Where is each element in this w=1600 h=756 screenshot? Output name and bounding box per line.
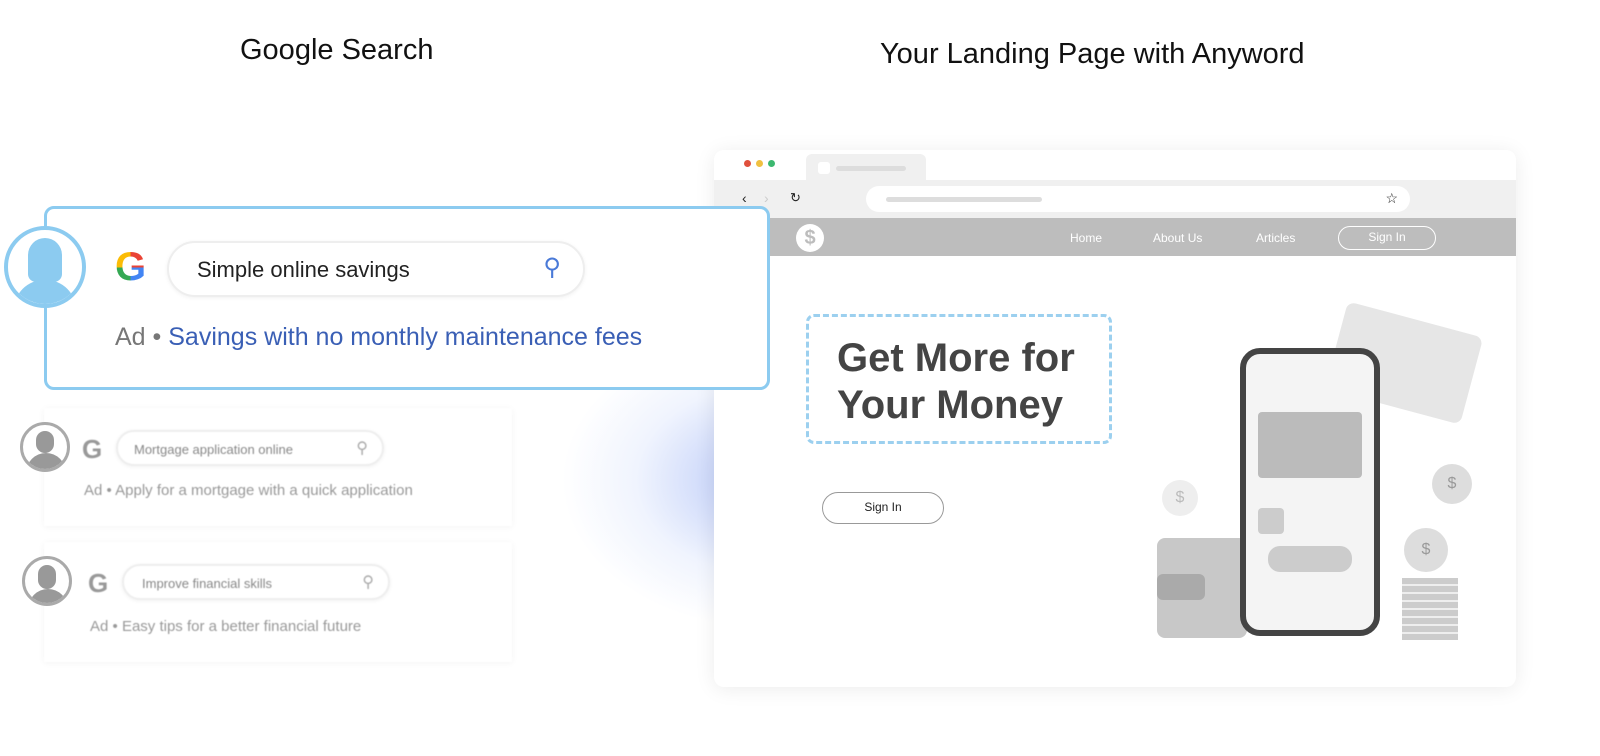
ad-line: Ad • Apply for a mortgage with a quick a… bbox=[84, 482, 413, 499]
coin-icon: $ bbox=[1162, 480, 1198, 516]
address-bar[interactable]: ☆ bbox=[866, 186, 1410, 212]
nav-about[interactable]: About Us bbox=[1153, 231, 1202, 245]
forward-icon[interactable]: › bbox=[764, 190, 769, 206]
ad-text: Easy tips for a better financial future bbox=[121, 618, 362, 635]
reload-icon[interactable]: ↻ bbox=[790, 190, 801, 206]
hero-headline-box: Get More for Your Money bbox=[806, 314, 1112, 444]
star-icon[interactable]: ☆ bbox=[1385, 190, 1398, 207]
tab-strip bbox=[714, 150, 1516, 182]
search-query: Mortgage application online bbox=[134, 442, 293, 457]
search-icon: ⚲ bbox=[362, 574, 374, 591]
coin-icon: $ bbox=[1404, 528, 1448, 572]
hero-line-2: Your Money bbox=[837, 383, 1063, 427]
phone-illustration bbox=[1240, 348, 1380, 636]
wallet-illustration bbox=[1157, 538, 1247, 638]
sign-in-button[interactable]: Sign In bbox=[822, 492, 944, 524]
google-logo-icon: G bbox=[82, 434, 103, 464]
browser-window: ‹ › ↻ ☆ $ Home About Us Articles Sign In… bbox=[714, 150, 1516, 687]
ad-line: Ad • Savings with no monthly maintenance… bbox=[115, 323, 643, 351]
nav-home[interactable]: Home bbox=[1070, 231, 1102, 245]
ad-label: Ad bbox=[90, 618, 109, 635]
ad-link[interactable]: Savings with no monthly maintenance fees bbox=[168, 323, 642, 351]
browser-tab[interactable] bbox=[806, 154, 926, 182]
site-logo-icon[interactable]: $ bbox=[796, 224, 824, 252]
user-avatar bbox=[20, 422, 70, 472]
coin-icon: $ bbox=[1432, 464, 1472, 504]
back-icon[interactable]: ‹ bbox=[742, 190, 747, 206]
ad-label: Ad bbox=[115, 323, 146, 351]
google-logo-icon: G bbox=[88, 568, 109, 598]
search-query: Simple online savings bbox=[197, 257, 410, 282]
close-dot-icon[interactable] bbox=[744, 160, 751, 167]
google-search-heading: Google Search bbox=[240, 34, 434, 66]
site-nav: $ Home About Us Articles Sign In bbox=[714, 218, 1516, 256]
minimize-dot-icon[interactable] bbox=[756, 160, 763, 167]
search-input: Mortgage application online ⚲ bbox=[116, 430, 384, 466]
coin-stack-illustration bbox=[1402, 578, 1458, 640]
search-input: Improve financial skills ⚲ bbox=[122, 564, 390, 600]
hero-line-1: Get More for bbox=[837, 336, 1075, 380]
search-result-card: G Mortgage application online ⚲ Ad • App… bbox=[44, 408, 512, 526]
user-avatar bbox=[22, 556, 72, 606]
landing-page-heading: Your Landing Page with Anyword bbox=[880, 38, 1305, 70]
ad-label: Ad bbox=[84, 482, 103, 499]
search-input[interactable]: Simple online savings ⚲ bbox=[167, 241, 585, 297]
ad-line: Ad • Easy tips for a better financial fu… bbox=[90, 618, 362, 635]
nav-sign-in-button[interactable]: Sign In bbox=[1338, 226, 1436, 250]
nav-articles[interactable]: Articles bbox=[1256, 231, 1295, 245]
main-search-card: G Simple online savings ⚲ Ad • Savings w… bbox=[44, 206, 770, 390]
toolbar: ‹ › ↻ ☆ bbox=[714, 180, 1516, 218]
search-icon[interactable]: ⚲ bbox=[543, 253, 561, 282]
ad-text: Apply for a mortgage with a quick applic… bbox=[115, 482, 413, 499]
google-logo-icon: G bbox=[115, 245, 147, 289]
search-query: Improve financial skills bbox=[142, 576, 273, 591]
maximize-dot-icon[interactable] bbox=[768, 160, 775, 167]
user-avatar bbox=[4, 226, 86, 308]
search-result-card: G Improve financial skills ⚲ Ad • Easy t… bbox=[44, 542, 512, 662]
search-icon: ⚲ bbox=[356, 440, 368, 457]
